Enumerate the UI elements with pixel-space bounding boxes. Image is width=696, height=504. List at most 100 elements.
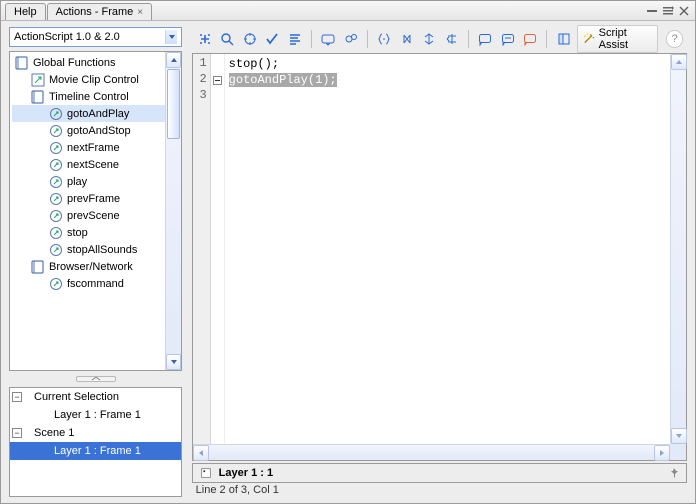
tree-label: nextFrame [67,142,120,154]
show-hide-toolbox-icon[interactable] [554,29,573,49]
scroll-left-icon[interactable] [193,445,209,461]
editor-vscrollbar[interactable] [670,54,686,460]
tree-function[interactable]: prevFrame [12,190,165,207]
find-icon[interactable] [218,29,237,49]
tree-group[interactable]: − Current Selection [10,388,181,406]
code-area[interactable]: stop(); gotoAndPlay(1); [225,54,670,444]
pane-splitter-h[interactable] [9,375,182,383]
method-icon [48,140,64,156]
collapse-icon[interactable]: − [12,428,22,438]
close-panel-icon[interactable] [677,4,691,18]
cursor-position: Line 2 of 3, Col 1 [192,483,687,499]
script-nav-bar: Layer 1 : 1 [192,463,687,483]
version-selector[interactable]: ActionScript 1.0 & 2.0 [9,27,182,47]
tree-function[interactable]: gotoAndStop [12,122,165,139]
editor-hscrollbar[interactable] [193,444,670,460]
scroll-up-icon[interactable] [166,52,181,68]
tree-function[interactable]: fscommand [12,275,165,292]
script-location-label[interactable]: Layer 1 : 1 [219,467,273,479]
fold-toggle[interactable] [211,72,224,88]
tab-actions[interactable]: Actions - Frame× [47,3,152,20]
tab-help[interactable]: Help [5,3,46,20]
scroll-up-icon[interactable] [671,54,687,70]
tree-folder-global[interactable]: Global Functions [12,54,165,71]
collapse-selection-icon[interactable] [398,29,417,49]
tree-function[interactable]: nextFrame [12,139,165,156]
panel-controls [645,1,695,20]
book-icon [30,259,46,275]
code-hint-icon[interactable] [319,29,338,49]
tree-folder[interactable]: Browser/Network [12,258,165,275]
script-assist-button[interactable]: Script Assist [577,25,658,53]
actions-panel: Help Actions - Frame× ActionScript 1.0 &… [0,0,696,504]
tree-folder[interactable]: Movie Clip Control [12,71,165,88]
selection-tree: − Current Selection Layer 1 : Frame 1 − … [9,387,182,497]
close-icon[interactable]: × [137,7,143,18]
position-label: Line 2 of 3, Col 1 [196,484,279,496]
method-icon [48,157,64,173]
code-line [229,88,666,104]
comment-line-icon[interactable] [498,29,517,49]
tree-item[interactable]: Layer 1 : Frame 1 [10,406,181,424]
tree-label: Layer 1 : Frame 1 [54,445,141,457]
uncomment-icon[interactable] [521,29,540,49]
tree-function[interactable]: play [12,173,165,190]
link-icon [30,72,46,88]
tree-content[interactable]: Global Functions Movie Clip Control Time… [10,52,165,370]
method-icon [48,123,64,139]
method-icon [48,242,64,258]
fold-gutter [211,54,225,444]
code-editor: 1 2 3 stop(); gotoAndPlay(1); [192,53,687,461]
method-icon [48,276,64,292]
line-numbers: 1 2 3 [193,54,211,444]
wand-icon [582,32,595,46]
panel-titlebar: Help Actions - Frame× [1,1,695,21]
tree-function[interactable]: prevScene [12,207,165,224]
tree-function[interactable]: stop [12,224,165,241]
separator [546,30,547,48]
target-icon[interactable] [241,29,260,49]
pin-icon[interactable] [668,467,680,479]
scroll-right-icon[interactable] [654,445,670,461]
method-icon [48,191,64,207]
panel-tabs: Help Actions - Frame× [1,1,153,20]
line-number: 2 [193,72,210,88]
tab-label: Help [14,6,37,18]
tree-scrollbar[interactable] [165,52,181,370]
tree-label: Scene 1 [34,427,74,439]
collapse-braces-icon[interactable] [375,29,394,49]
code-line-selected: gotoAndPlay(1); [229,73,337,87]
code-line: stop(); [229,56,666,72]
separator [367,30,368,48]
scroll-down-icon[interactable] [671,428,687,444]
debug-options-icon[interactable] [342,29,361,49]
method-icon [48,174,64,190]
editor-toolbar: Script Assist ? [192,27,687,51]
method-icon [48,106,64,122]
apply-comment-icon[interactable] [443,29,462,49]
collapse-icon[interactable]: − [12,392,22,402]
tree-label: prevFrame [67,193,120,205]
tree-function[interactable]: gotoAndPlay [12,105,165,122]
collapse-icon[interactable] [645,4,659,18]
tree-group[interactable]: − Scene 1 [10,424,181,442]
help-icon[interactable]: ? [666,30,683,48]
tree-folder[interactable]: Timeline Control [12,88,165,105]
tree-function[interactable]: stopAllSounds [12,241,165,258]
tree-function[interactable]: nextScene [12,156,165,173]
scroll-thumb[interactable] [167,69,180,139]
menu-icon[interactable] [661,4,675,18]
tab-label: Actions - Frame [56,6,134,18]
check-syntax-icon[interactable] [263,29,282,49]
actions-tree: Global Functions Movie Clip Control Time… [9,51,182,371]
separator [311,30,312,48]
expand-all-icon[interactable] [420,29,439,49]
panel-body: ActionScript 1.0 & 2.0 Global Functions … [1,21,695,501]
tree-item-selected[interactable]: Layer 1 : Frame 1 [10,442,181,460]
comment-block-icon[interactable] [476,29,495,49]
tree-label: gotoAndPlay [67,108,129,120]
scroll-down-icon[interactable] [166,354,181,370]
auto-format-icon[interactable] [286,29,305,49]
separator [468,30,469,48]
add-item-icon[interactable] [196,29,215,49]
